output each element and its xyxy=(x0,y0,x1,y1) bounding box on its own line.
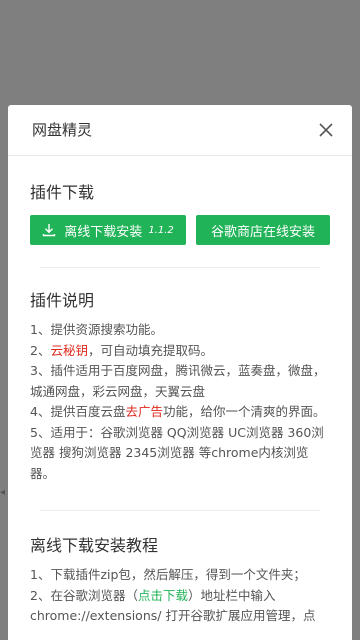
description-item: 5、适用于：谷歌浏览器 QQ浏览器 UC浏览器 360浏览器 搜狗浏览器 234… xyxy=(30,424,324,481)
cloud-key-highlight: 云秘钥 xyxy=(50,342,88,358)
dialog-title: 网盘精灵 xyxy=(32,121,93,139)
plugin-dialog: 网盘精灵 插件下载 离线下载安装 1.1.2 谷歌商店在线安装 插件说明 1、提… xyxy=(8,105,352,640)
description-item: 4、提供百度云盘去广告功能，给你一个清爽的界面。 xyxy=(30,404,326,419)
description-item: 1、提供资源搜索功能。 xyxy=(30,322,163,337)
version-label: 1.1.2 xyxy=(148,224,174,236)
close-button[interactable] xyxy=(316,120,336,140)
offline-download-label: 离线下载安装 xyxy=(64,224,143,240)
tutorial-section-title: 离线下载安装教程 xyxy=(30,536,159,555)
tutorial-step: 1、下载插件zip包，然后解压，得到一个文件夹； xyxy=(30,567,306,582)
download-icon xyxy=(43,224,56,237)
description-item: 3、插件适用于百度网盘，腾讯微云，蓝奏盘，微盘，城通网盘，彩云网盘，天翼云盘 xyxy=(30,363,326,399)
tutorial-list: 1、下载插件zip包，然后解压，得到一个文件夹； 2、在谷歌浏览器（点击下载）地… xyxy=(30,565,330,627)
tutorial-step: chrome://extensions/ 打开谷歌扩展应用管理，点 xyxy=(30,608,316,623)
description-list: 1、提供资源搜索功能。 2、云秘钥，可自动填充提取码。 3、插件适用于百度网盘，… xyxy=(30,320,330,484)
download-section: 插件下载 离线下载安装 1.1.2 谷歌商店在线安装 xyxy=(30,156,330,245)
offline-download-button[interactable]: 离线下载安装 1.1.2 xyxy=(30,215,187,245)
description-section-title: 插件说明 xyxy=(30,291,95,310)
chrome-store-install-label: 谷歌商店在线安装 xyxy=(211,224,316,240)
download-section-title: 插件下载 xyxy=(30,183,95,202)
description-item: 2、云秘钥，可自动填充提取码。 xyxy=(30,342,213,358)
background-arrow-icon: ◂ xyxy=(0,487,6,498)
chrome-store-install-button[interactable]: 谷歌商店在线安装 xyxy=(196,215,330,245)
chrome-download-link[interactable]: 点击下载 xyxy=(138,588,188,603)
dialog-header: 网盘精灵 xyxy=(8,105,352,156)
description-section: 插件说明 1、提供资源搜索功能。 2、云秘钥，可自动填充提取码。 3、插件适用于… xyxy=(30,268,330,484)
close-icon xyxy=(319,123,333,137)
ad-remove-highlight: 去广告 xyxy=(125,404,163,419)
tutorial-section: 离线下载安装教程 1、下载插件zip包，然后解压，得到一个文件夹； 2、在谷歌浏… xyxy=(30,511,330,627)
tutorial-step: 2、在谷歌浏览器（点击下载）地址栏中输入 xyxy=(30,587,276,603)
dialog-body: 插件下载 离线下载安装 1.1.2 谷歌商店在线安装 插件说明 1、提供资源搜索… xyxy=(8,156,352,627)
